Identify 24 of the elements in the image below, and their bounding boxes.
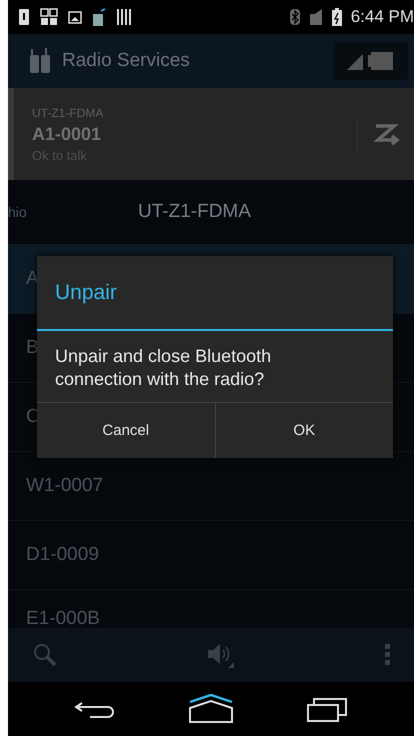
channel-name: A1-0001 [32,124,102,144]
search-icon[interactable] [32,642,58,668]
app-title: Radio Services [62,50,191,72]
overflow-menu-icon[interactable] [384,643,392,667]
battery-charging-icon [330,7,343,27]
current-zone-tab[interactable]: UT-Z1-FDMA [138,201,251,223]
no-signal-icon [308,8,323,26]
ok-button[interactable]: OK [214,403,393,458]
grid-icon [40,8,58,26]
radio-status-button[interactable] [334,42,408,80]
barcode-icon [116,8,132,26]
dialog-title: Unpair [37,256,393,331]
walkie-talkie-icon [28,47,52,75]
channel-list-item[interactable]: D1-0009 [8,521,414,590]
sim-alert-icon [18,8,30,26]
previous-zone-tab[interactable]: hio [8,204,138,220]
recent-apps-icon[interactable] [306,695,348,723]
bluetooth-icon [288,8,301,26]
speaker-icon[interactable] [206,641,236,669]
cancel-button[interactable]: Cancel [37,403,214,458]
picture-icon [68,10,82,24]
home-icon[interactable] [188,694,234,724]
clock-time: 6:44 PM [350,7,414,27]
zone-name: UT-Z1-FDMA [32,106,104,120]
